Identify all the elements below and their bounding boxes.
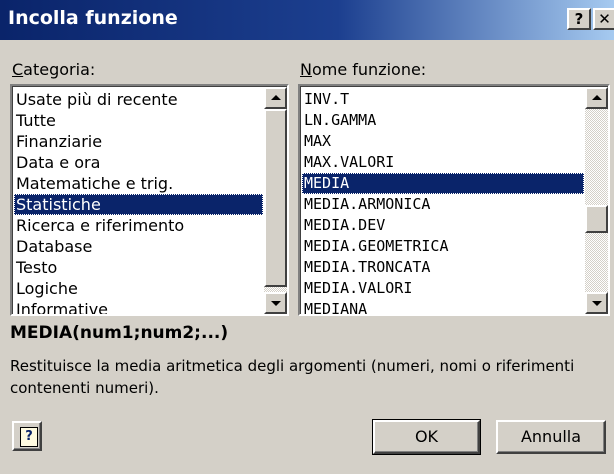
arrow-down-icon	[271, 301, 281, 306]
category-list-item[interactable]: Informative	[14, 299, 263, 314]
function-list[interactable]: INV.T LN.GAMMA MAX MAX.VALORI MEDIA MEDIA.ARM…	[298, 84, 610, 316]
function-list-item[interactable]: LN.GAMMA	[302, 110, 584, 131]
category-list-item[interactable]: Logiche	[14, 278, 263, 299]
function-name-label: Nome funzione:	[300, 60, 427, 79]
close-button[interactable]: ✕	[593, 8, 614, 30]
function-list-item[interactable]: MEDIA.VALORI	[302, 278, 584, 299]
title-help-button[interactable]: ?	[567, 8, 591, 30]
function-scroll-thumb[interactable]	[585, 205, 608, 233]
function-list-item[interactable]: MEDIA	[302, 173, 584, 194]
category-scrollbar[interactable]	[264, 87, 287, 314]
function-scroll-up-button[interactable]	[585, 87, 608, 109]
function-list-item[interactable]: MAX	[302, 131, 584, 152]
function-list-item[interactable]: MEDIANA	[302, 299, 584, 314]
category-list-item[interactable]: Usate più di recente	[14, 89, 263, 110]
function-items: INV.T LN.GAMMA MAX MAX.VALORI MEDIA MEDIA.ARM…	[302, 89, 584, 314]
category-items: Usate più di recente Tutte Finanziarie Data…	[14, 89, 263, 314]
function-list-item[interactable]: MEDIA.TRONCATA	[302, 257, 584, 278]
arrow-up-icon	[592, 95, 602, 100]
category-list-item[interactable]: Tutte	[14, 110, 263, 131]
arrow-up-icon	[271, 95, 281, 100]
help-icon: ?	[574, 10, 584, 28]
category-list[interactable]: Usate più di recente Tutte Finanziarie Data…	[10, 84, 289, 316]
category-label: Categoria:	[12, 60, 96, 79]
function-list-item[interactable]: MEDIA.DEV	[302, 215, 584, 236]
function-scrollbar[interactable]	[585, 87, 608, 314]
category-list-item[interactable]: Matematiche e trig.	[14, 173, 263, 194]
arrow-down-icon	[592, 301, 602, 306]
category-list-item[interactable]: Finanziarie	[14, 131, 263, 152]
cancel-button[interactable]: Annulla	[496, 420, 606, 454]
function-list-item[interactable]: MEDIA.ARMONICA	[302, 194, 584, 215]
help-icon: ?	[20, 427, 38, 447]
close-icon: ✕	[598, 10, 611, 28]
category-list-item[interactable]: Ricerca e riferimento	[14, 215, 263, 236]
title-bar: Incolla funzione ? ✕	[0, 0, 614, 40]
function-description: Restituisce la media aritmetica degli ar…	[10, 357, 575, 397]
category-list-item[interactable]: Database	[14, 236, 263, 257]
function-list-item[interactable]: MEDIA.GEOMETRICA	[302, 236, 584, 257]
function-syntax: MEDIA(num1;num2;...)	[10, 323, 229, 343]
category-scroll-down-button[interactable]	[264, 292, 287, 314]
function-scroll-down-button[interactable]	[585, 292, 608, 314]
category-scroll-up-button[interactable]	[264, 87, 287, 109]
function-list-item[interactable]: INV.T	[302, 89, 584, 110]
ok-button[interactable]: OK	[372, 419, 481, 455]
category-list-item[interactable]: Statistiche	[14, 194, 263, 215]
window-title: Incolla funzione	[8, 7, 178, 29]
category-list-item[interactable]: Data e ora	[14, 152, 263, 173]
help-button[interactable]: ?	[12, 421, 42, 451]
category-list-item[interactable]: Testo	[14, 257, 263, 278]
category-scroll-thumb[interactable]	[264, 109, 287, 287]
function-list-item[interactable]: MAX.VALORI	[302, 152, 584, 173]
